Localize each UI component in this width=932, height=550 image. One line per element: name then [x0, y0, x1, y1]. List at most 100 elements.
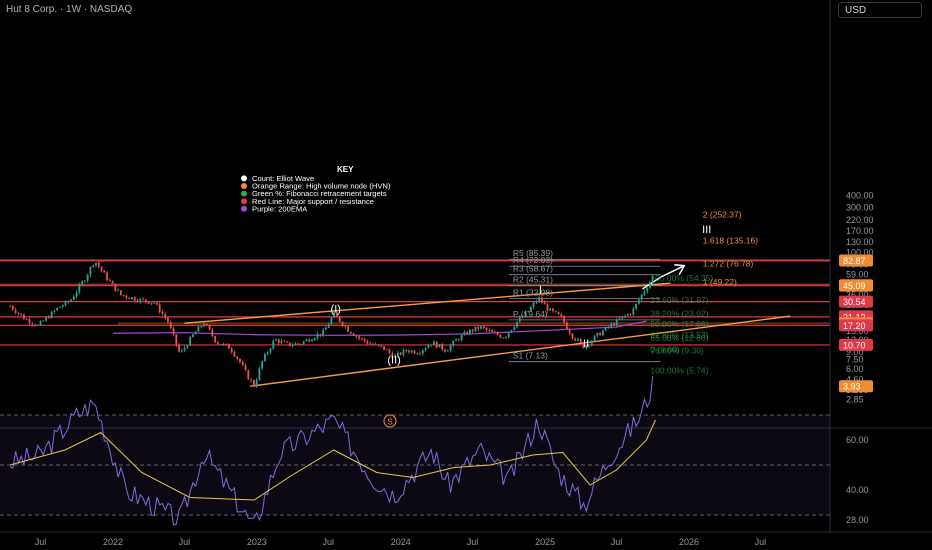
- candle-body: [615, 319, 618, 326]
- candle-body: [466, 332, 469, 335]
- price-tick: 6.00: [846, 364, 864, 374]
- candle-body: [408, 350, 410, 353]
- candle-body: [355, 335, 358, 337]
- candle-body: [164, 313, 167, 318]
- candle-body: [17, 312, 20, 314]
- candle-body: [413, 350, 416, 354]
- pivot-label: R3 (58.67): [513, 264, 553, 274]
- candle-body: [535, 301, 538, 303]
- price-tick: 400.00: [846, 191, 874, 201]
- candle-body: [133, 297, 136, 301]
- candle-body: [618, 318, 621, 320]
- candle-body: [505, 337, 507, 339]
- candle-body: [258, 368, 261, 380]
- legend-swatch: [241, 205, 247, 212]
- candle-body: [621, 316, 624, 319]
- candle-body: [86, 274, 89, 281]
- wave-label: (II): [387, 355, 400, 367]
- candle-body: [283, 340, 286, 342]
- candle-body: [455, 339, 457, 341]
- candle-body: [496, 332, 499, 335]
- candle-body: [111, 280, 114, 284]
- candle-body: [291, 344, 294, 346]
- candle-body: [9, 305, 12, 307]
- currency-selector[interactable]: USD: [838, 2, 922, 18]
- price-tick: 170.00: [846, 226, 874, 236]
- candle-body: [81, 281, 84, 285]
- candle-body: [219, 343, 222, 345]
- candle-body: [255, 379, 258, 387]
- candle-body: [435, 341, 438, 348]
- candle-body: [646, 288, 649, 292]
- candle-body: [36, 324, 39, 326]
- candle-body: [244, 365, 247, 370]
- pivot-label: S1 (7.13): [513, 351, 548, 361]
- candle-body: [499, 334, 502, 338]
- time-tick: Jul: [755, 537, 767, 547]
- candle-body: [97, 262, 100, 267]
- pivot-label: R1 (32.98): [513, 287, 553, 297]
- candle-body: [488, 329, 491, 331]
- candle-body: [563, 316, 566, 323]
- fib-extension-label: 1.272 (76.78): [703, 259, 754, 269]
- candle-body: [433, 341, 435, 345]
- candle-body: [70, 299, 72, 302]
- candle-body: [610, 323, 613, 327]
- fib-retracement-label: 38.20% (23.02): [650, 308, 708, 318]
- candle-body: [266, 352, 269, 355]
- candle-body: [352, 333, 355, 336]
- candle-body: [103, 270, 106, 273]
- candle-body: [421, 350, 424, 354]
- candle-body: [363, 338, 366, 342]
- candle-body: [222, 343, 225, 345]
- candle-body: [629, 313, 632, 315]
- candle-body: [557, 312, 560, 315]
- candle-body: [471, 329, 474, 332]
- candle-body: [491, 330, 493, 332]
- candle-body: [338, 316, 341, 322]
- candle-body: [410, 350, 413, 353]
- candle-body: [47, 317, 50, 319]
- candle-body: [277, 339, 280, 343]
- time-tick: Jul: [35, 537, 47, 547]
- candle-body: [474, 326, 477, 332]
- candle-body: [640, 294, 643, 300]
- legend-item: Purple: 200EMA: [252, 204, 308, 213]
- candle-body: [147, 301, 150, 304]
- candle-body: [139, 298, 142, 302]
- candle-body: [607, 326, 610, 328]
- price-chart[interactable]: R5 (85.39)R4 (72.03)R3 (58.67)R2 (45.31)…: [0, 0, 932, 550]
- candle-body: [649, 282, 651, 289]
- candle-body: [28, 319, 31, 324]
- fib-retracement-label: 50.00% (17.66): [650, 319, 708, 329]
- candle-body: [637, 299, 640, 304]
- candle-body: [441, 344, 444, 350]
- candle-body: [64, 301, 67, 306]
- price-badge-label: 30.54: [843, 297, 866, 307]
- fib-retracement-label: 65.00% (12.60): [650, 333, 708, 343]
- candle-body: [114, 283, 117, 291]
- candle-body: [477, 326, 480, 329]
- candle-body: [131, 297, 133, 299]
- candle-body: [438, 344, 441, 348]
- candle-body: [200, 326, 203, 328]
- candle-body: [56, 307, 59, 311]
- candle-body: [424, 348, 427, 351]
- candle-body: [67, 301, 70, 302]
- candle-body: [452, 340, 455, 346]
- fib-extension-label: 1.618 (135.16): [703, 235, 758, 245]
- candle-body: [538, 297, 541, 302]
- candle-body: [349, 331, 352, 334]
- candle-body: [311, 339, 313, 342]
- candle-body: [596, 332, 599, 336]
- time-tick: Jul: [323, 537, 335, 547]
- price-tick: 220.00: [846, 215, 874, 225]
- candle-body: [405, 349, 408, 351]
- fib-retracement-label: 100.00% (5.74): [650, 366, 708, 376]
- candle-body: [192, 334, 194, 337]
- candle-body: [507, 332, 510, 338]
- candle-body: [360, 338, 363, 340]
- fib-retracement-label: 23.60% (31.97): [650, 295, 708, 305]
- rsi-tick: 40.00: [846, 485, 869, 495]
- price-badge-label: 82.87: [843, 256, 866, 266]
